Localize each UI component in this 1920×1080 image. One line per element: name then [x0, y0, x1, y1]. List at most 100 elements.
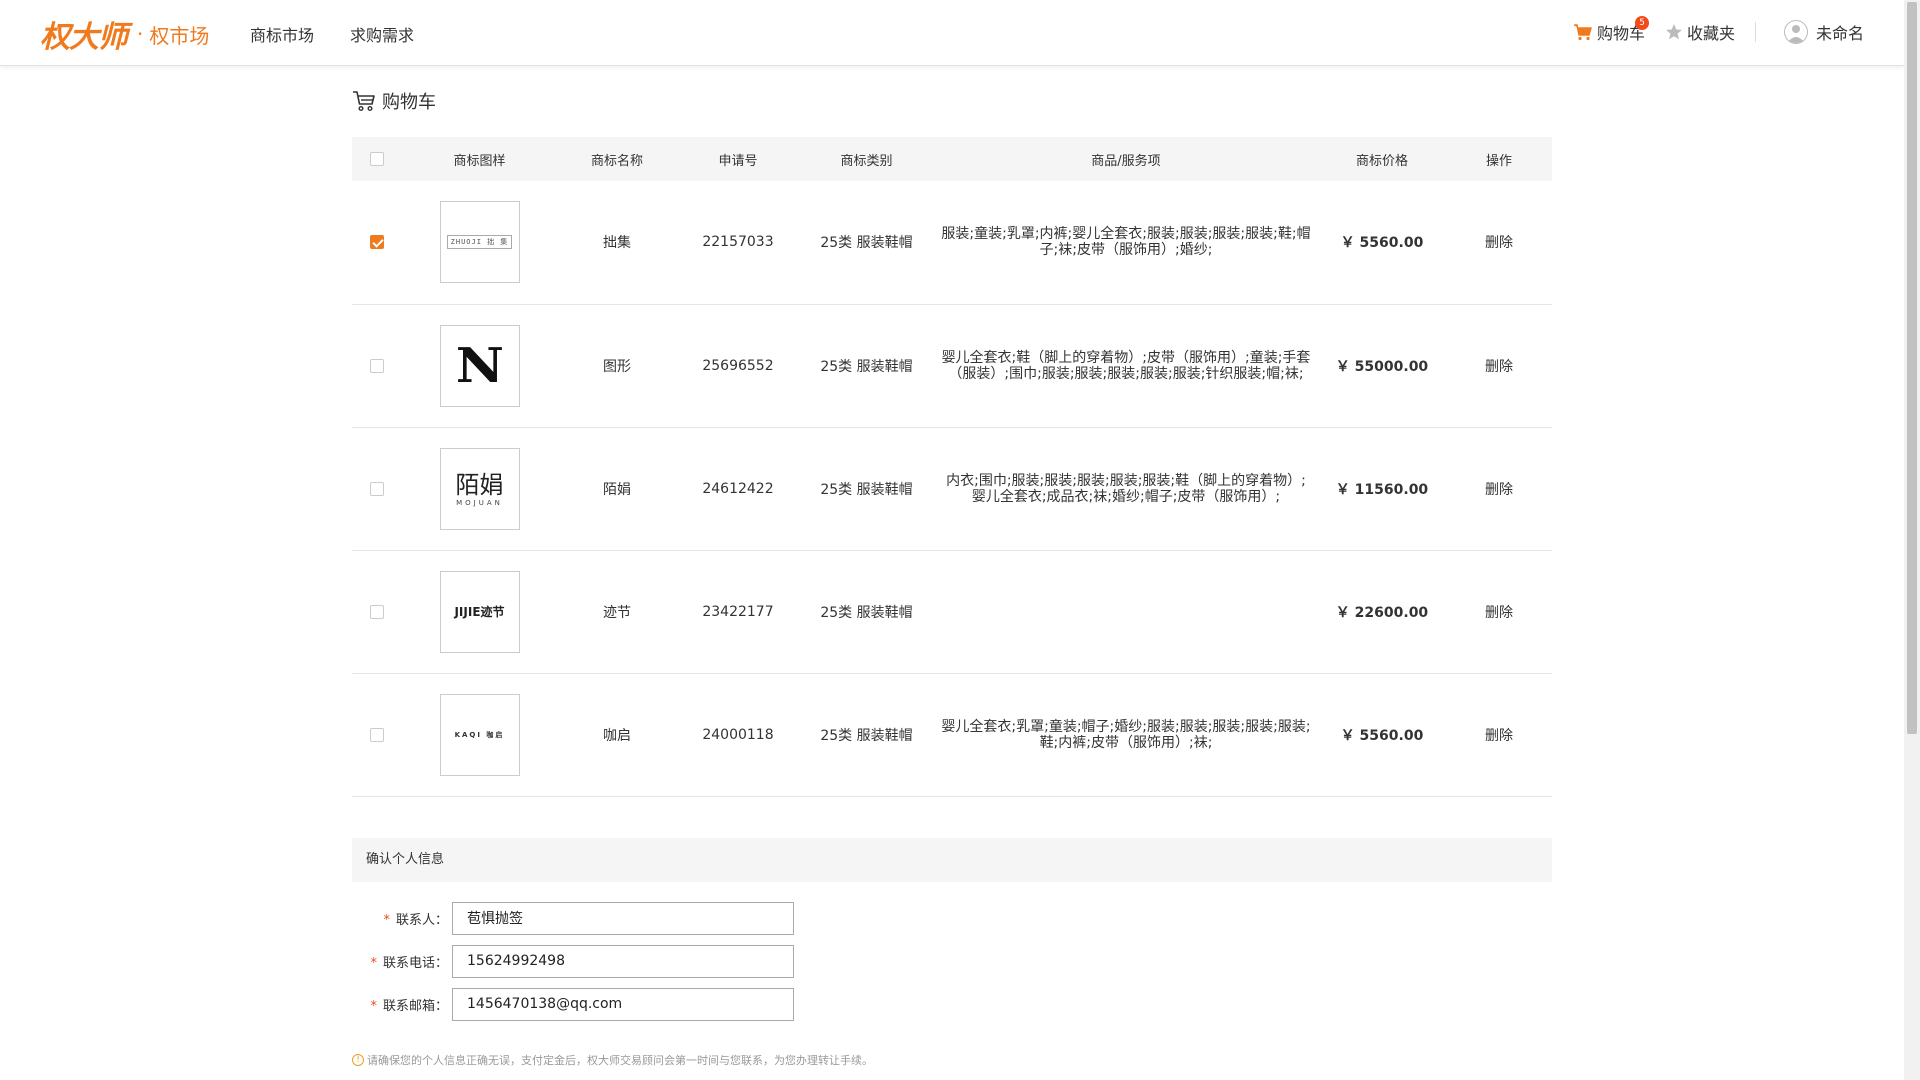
goods-services: 服装;童装;乳罩;内裤;婴儿全套衣;服装;服装;服装;服装;鞋;帽子;袜;皮带（…: [941, 226, 1311, 259]
col-name: 商标名称: [590, 153, 643, 169]
page-title-text: 购物车: [382, 92, 436, 113]
trademark-name: 迹节: [603, 604, 631, 621]
row-checkbox[interactable]: [370, 604, 384, 619]
cart-outline-icon: [353, 91, 375, 112]
contact-name-label: 联系人：: [395, 912, 448, 928]
trademark-name: 图形: [603, 358, 631, 375]
contact-phone-input[interactable]: [452, 944, 794, 978]
user-icon: [1786, 25, 1805, 43]
table-row: 陌娟 MOJUAN 陌娟 24612422 25类 服装鞋帽 内衣;围巾;服装;…: [352, 427, 1552, 550]
cart-count-badge: 5: [1634, 16, 1649, 30]
trademark-category: 25类 服装鞋帽: [820, 604, 913, 621]
col-logo: 商标图样: [453, 153, 506, 169]
trademark-price: ￥ 55000.00: [1335, 358, 1429, 375]
page-title: 购物车: [352, 88, 436, 114]
main-nav: 商标市场 求购需求: [250, 22, 414, 46]
col-action: 操作: [1485, 153, 1512, 169]
scrollbar-thumb[interactable]: [1907, 2, 1917, 734]
table-header: 商标图样 商标名称 申请号 商标类别 商品/服务项 商标价格 操作: [352, 137, 1552, 181]
header-divider: [1754, 22, 1756, 42]
col-price: 商标价格: [1355, 153, 1408, 169]
user-menu[interactable]: 未命名: [1783, 20, 1864, 44]
contact-name-input[interactable]: [452, 901, 794, 935]
trademark-logo-text: JIJIE迹节: [454, 605, 505, 619]
logo[interactable]: 权大师 · 权市场: [40, 12, 209, 56]
table-row: KAQI 咖启 咖启 24000118 25类 服装鞋帽 婴儿全套衣;乳罩;童装…: [352, 673, 1552, 796]
contact-email-row: * 联系邮箱：: [352, 987, 952, 1021]
delete-button[interactable]: 删除: [1446, 550, 1552, 673]
col-app-no: 申请号: [718, 153, 758, 169]
goods-services: 婴儿全套衣;鞋（脚上的穿着物）;皮带（服饰用）;童装;手套（服装）;围巾;服装;…: [941, 349, 1311, 382]
trademark-logo-text: 陌娟: [455, 470, 504, 499]
contact-email-label: 联系邮箱：: [382, 998, 448, 1014]
trademark-price: ￥ 5560.00: [1340, 235, 1424, 252]
contact-phone-label: 联系电话：: [382, 955, 448, 971]
delete-button[interactable]: 删除: [1446, 304, 1552, 427]
trademark-price: ￥ 22600.00: [1335, 604, 1429, 621]
logo-brand: 权大师: [40, 20, 128, 55]
cart-link[interactable]: 购物车 5: [1573, 16, 1649, 44]
trademark-logo: N: [439, 324, 520, 407]
select-all-checkbox[interactable]: [370, 152, 384, 166]
table-row: JIJIE迹节 迹节 23422177 25类 服装鞋帽 ￥ 22600.00 …: [352, 550, 1552, 673]
logo-dot: ·: [137, 22, 144, 46]
trademark-category: 25类 服装鞋帽: [820, 481, 913, 498]
trademark-price: ￥ 5560.00: [1340, 727, 1424, 744]
info-notice: ! 请确保您的个人信息正确无误，支付定金后，权大师交易顾问会第一时间与您联系，为…: [352, 1052, 873, 1068]
trademark-logo: JIJIE迹节: [439, 570, 520, 653]
trademark-logo-text: KAQI 咖启: [454, 730, 505, 739]
trademark-name: 咖启: [603, 727, 631, 744]
favorites-link[interactable]: 收藏夹: [1665, 20, 1735, 44]
application-number: 22157033: [702, 234, 774, 251]
cart-icon: [1573, 24, 1592, 41]
cart-table: 商标图样 商标名称 申请号 商标类别 商品/服务项 商标价格 操作 ZHUOJI…: [352, 137, 1552, 797]
goods-services: 婴儿全套衣;乳罩;童装;帽子;婚纱;服装;服装;服装;服装;服装;鞋;内裤;皮带…: [941, 718, 1311, 751]
trademark-logo-subtext: MOJUAN: [456, 498, 503, 507]
trademark-logo-text: ZHUOJI 拙 集: [446, 235, 513, 250]
trademark-category: 25类 服装鞋帽: [820, 727, 913, 744]
trademark-logo-text: N: [455, 337, 504, 394]
row-checkbox[interactable]: [370, 727, 384, 742]
trademark-category: 25类 服装鞋帽: [820, 235, 913, 252]
nav-purchase-demand[interactable]: 求购需求: [350, 22, 414, 46]
application-number: 24612422: [702, 480, 774, 497]
user-name: 未命名: [1815, 24, 1864, 43]
nav-trademark-market[interactable]: 商标市场: [250, 22, 314, 46]
application-number: 25696552: [702, 357, 774, 374]
application-number: 24000118: [702, 726, 774, 743]
warning-icon: !: [352, 1054, 364, 1066]
table-row: ZHUOJI 拙 集 拙集 22157033 25类 服装鞋帽 服装;童装;乳罩…: [352, 181, 1552, 304]
star-icon: [1665, 24, 1682, 40]
page: 权大师 · 权市场 商标市场 求购需求 购物车 5 收藏夹 未命名 购物车 商标…: [0, 0, 1920, 1080]
avatar: [1783, 20, 1808, 44]
logo-subtitle: 权市场: [149, 23, 210, 48]
personal-info-title: 确认个人信息: [352, 838, 1552, 882]
select-all-cell: [352, 137, 402, 181]
row-checkbox[interactable]: [370, 481, 384, 496]
top-bar: 权大师 · 权市场 商标市场 求购需求 购物车 5 收藏夹 未命名: [0, 0, 1904, 66]
contact-name-row: * 联系人：: [352, 901, 952, 935]
col-category: 商标类别: [840, 153, 893, 169]
delete-button[interactable]: 删除: [1446, 427, 1552, 550]
trademark-name: 陌娟: [603, 481, 631, 498]
row-checkbox[interactable]: [370, 358, 384, 373]
row-checkbox[interactable]: [370, 235, 384, 250]
delete-button[interactable]: 删除: [1446, 673, 1552, 796]
table-row: N 图形 25696552 25类 服装鞋帽 婴儿全套衣;鞋（脚上的穿着物）;皮…: [352, 304, 1552, 427]
contact-phone-row: * 联系电话：: [352, 944, 952, 978]
trademark-price: ￥ 11560.00: [1335, 481, 1429, 498]
trademark-name: 拙集: [603, 235, 631, 252]
trademark-category: 25类 服装鞋帽: [820, 358, 913, 375]
header-right: 购物车 5 收藏夹 未命名: [1573, 16, 1864, 44]
favorites-label: 收藏夹: [1686, 24, 1735, 43]
delete-button[interactable]: 删除: [1446, 181, 1552, 304]
info-notice-text: 请确保您的个人信息正确无误，支付定金后，权大师交易顾问会第一时间与您联系，为您办…: [367, 1054, 873, 1067]
goods-services: 内衣;围巾;服装;服装;服装;服装;服装;鞋（脚上的穿着物）;婴儿全套衣;成品衣…: [946, 472, 1306, 505]
contact-email-input[interactable]: [452, 987, 794, 1021]
trademark-logo: KAQI 咖启: [439, 693, 520, 776]
application-number: 23422177: [702, 603, 774, 620]
trademark-logo: ZHUOJI 拙 集: [439, 201, 520, 284]
col-services: 商品/服务项: [1091, 153, 1161, 169]
page-scrollbar[interactable]: [1904, 0, 1920, 1080]
goods-services: [934, 550, 1318, 673]
